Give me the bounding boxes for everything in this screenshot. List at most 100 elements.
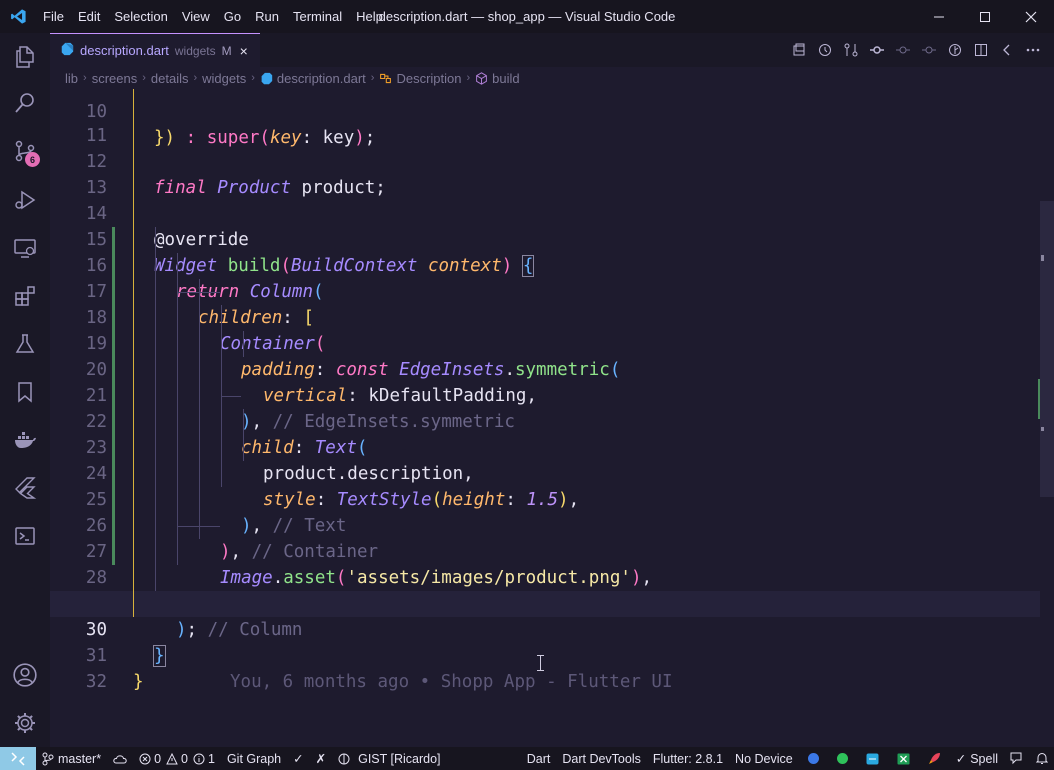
- rocket-icon[interactable]: [919, 747, 950, 770]
- indent-guide: [155, 227, 156, 591]
- flutter-version[interactable]: Flutter: 2.8.1: [647, 747, 729, 770]
- open-changes-icon[interactable]: [786, 33, 812, 67]
- next-commit-icon[interactable]: [916, 33, 942, 67]
- more-actions-icon[interactable]: [1020, 33, 1046, 67]
- feedback-icon[interactable]: [1004, 747, 1030, 770]
- menu-terminal[interactable]: Terminal: [286, 0, 349, 33]
- breadcrumb-label: build: [492, 70, 520, 86]
- source-control-badge: 6: [25, 152, 40, 167]
- extensions-icon[interactable]: [0, 272, 50, 320]
- chevron-right-icon: ›: [83, 72, 87, 84]
- menu-go[interactable]: Go: [217, 0, 248, 33]
- code-line: 32: [50, 643, 1040, 692]
- maximize-button[interactable]: [962, 0, 1008, 33]
- compare-changes-icon[interactable]: [838, 33, 864, 67]
- remote-indicator-icon[interactable]: [0, 747, 36, 770]
- breadcrumb-label: lib: [65, 70, 79, 86]
- chevron-right-icon: ›: [193, 72, 198, 84]
- green-status-icon[interactable]: [828, 747, 857, 770]
- cloud-sync-icon: [113, 753, 127, 765]
- tab-close-button[interactable]: ×: [240, 43, 248, 59]
- breadcrumb-method[interactable]: build: [475, 70, 520, 86]
- git-graph-button[interactable]: Git Graph: [221, 747, 287, 770]
- sync-status[interactable]: [107, 747, 133, 770]
- code-line: 14 @override: [50, 175, 1040, 250]
- flutter-icon[interactable]: [0, 464, 50, 512]
- breadcrumb-widgets[interactable]: widgets: [202, 71, 246, 86]
- menu-selection[interactable]: Selection: [107, 0, 174, 33]
- split-editor-icon[interactable]: [968, 33, 994, 67]
- minimize-button[interactable]: [916, 0, 962, 33]
- breadcrumb-file[interactable]: description.dart: [260, 71, 366, 86]
- gist-status[interactable]: GIST [Ricardo]: [332, 747, 446, 770]
- menu-run[interactable]: Run: [248, 0, 286, 33]
- problems-status[interactable]: 0 0 1: [133, 747, 221, 770]
- code-line: 15 Widget build(BuildContext context) {: [50, 201, 1040, 277]
- chevron-right-icon: ›: [142, 72, 146, 84]
- menu-bar: File Edit Selection View Go Run Terminal…: [36, 0, 390, 33]
- run-debug-icon[interactable]: [0, 176, 50, 224]
- text-cursor-icon: [537, 655, 544, 671]
- menu-file[interactable]: File: [36, 0, 71, 33]
- menu-edit[interactable]: Edit: [71, 0, 107, 33]
- settings-gear-icon[interactable]: [0, 699, 50, 747]
- indent-guide: [243, 331, 244, 357]
- remote-explorer-icon[interactable]: [0, 224, 50, 272]
- check-button[interactable]: ✓: [287, 747, 309, 770]
- explorer-icon[interactable]: [0, 33, 50, 81]
- chevron-right-icon: ›: [370, 72, 375, 84]
- menu-help[interactable]: Help: [349, 0, 390, 33]
- live-share-icon[interactable]: [857, 747, 888, 770]
- info-count: 1: [207, 751, 215, 766]
- breadcrumb: lib › screens › details › widgets › desc…: [50, 67, 1054, 89]
- line-number: 32: [85, 672, 107, 692]
- blue-status-icon[interactable]: [799, 747, 828, 770]
- git-commit-icon[interactable]: [864, 33, 890, 67]
- scrollbar-thumb[interactable]: [1040, 201, 1054, 497]
- git-blame-annotation: You, 6 months ago • Shopp App - Flutter …: [230, 672, 673, 692]
- cross-button[interactable]: ✗: [310, 747, 332, 770]
- code-line: 28 ],: [50, 539, 1040, 614]
- flutter-version-label: Flutter: 2.8.1: [652, 751, 724, 766]
- overview-ruler-mark: [1038, 379, 1040, 419]
- git-branch-icon: [42, 752, 54, 766]
- code-line: 12 final Product product;: [50, 123, 1040, 198]
- tab-folder: widgets: [174, 43, 216, 58]
- testing-icon[interactable]: [0, 320, 50, 368]
- git-graph-label: Git Graph: [226, 751, 282, 766]
- vscode-logo-icon[interactable]: [0, 0, 36, 33]
- excel-viewer-icon[interactable]: [888, 747, 919, 770]
- warning-icon: [166, 752, 178, 765]
- chevron-left-icon[interactable]: [994, 33, 1020, 67]
- breadcrumb-details[interactable]: details: [151, 71, 189, 86]
- previous-commit-icon[interactable]: [890, 33, 916, 67]
- close-window-button[interactable]: [1008, 0, 1054, 33]
- breadcrumb-label: screens: [91, 70, 138, 86]
- powershell-icon[interactable]: [0, 512, 50, 560]
- device-selector[interactable]: No Device: [729, 747, 799, 770]
- timeline-history-icon[interactable]: [812, 33, 838, 67]
- branch-status[interactable]: master*: [36, 747, 107, 770]
- gist-icon: [338, 753, 350, 765]
- code-text: }: [133, 672, 144, 692]
- search-icon[interactable]: [0, 79, 50, 127]
- source-control-icon[interactable]: [0, 127, 50, 175]
- docker-icon[interactable]: [0, 416, 50, 464]
- breadcrumb-class[interactable]: Description: [379, 71, 461, 86]
- info-icon: [193, 753, 205, 765]
- tab-description-dart[interactable]: description.dart widgets M ×: [50, 33, 260, 67]
- notifications-bell-icon[interactable]: [1030, 747, 1054, 770]
- dart-file-icon: [260, 72, 273, 85]
- code-editor[interactable]: 10 }) : super(key: key); 11 12 final Pro…: [50, 89, 1054, 747]
- code-line: 11: [50, 97, 1040, 146]
- spell-check-button[interactable]: ✓ Spell: [950, 747, 1004, 770]
- bookmarks-icon[interactable]: [0, 368, 50, 416]
- breadcrumb-screens[interactable]: screens: [92, 71, 138, 86]
- language-mode[interactable]: Dart: [521, 747, 557, 770]
- indent-guide: [177, 253, 178, 565]
- gitlens-icon[interactable]: [942, 33, 968, 67]
- dart-devtools-button[interactable]: Dart DevTools: [556, 747, 647, 770]
- breadcrumb-lib[interactable]: lib: [65, 71, 78, 86]
- menu-view[interactable]: View: [175, 0, 217, 33]
- account-icon[interactable]: [0, 651, 50, 699]
